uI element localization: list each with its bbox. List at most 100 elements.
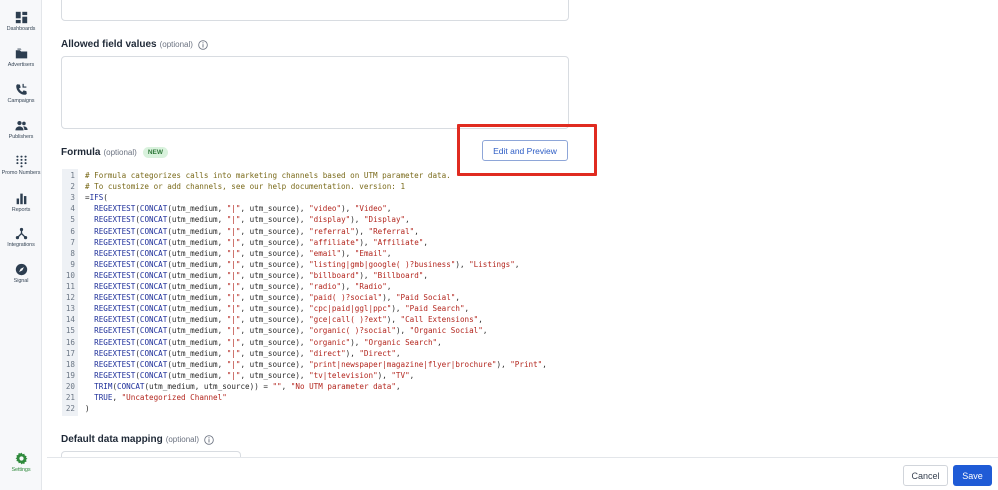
sidebar-item-label: Advertisers bbox=[7, 62, 35, 68]
code-text: REGEXTEST(CONCAT(utm_medium, "|", utm_so… bbox=[94, 282, 392, 291]
dashboard-icon bbox=[15, 11, 27, 24]
sidebar-item-label: Settings bbox=[11, 467, 31, 473]
line-number: 8 bbox=[70, 248, 75, 258]
folder-icon bbox=[15, 48, 27, 59]
code-text: REGEXTEST(CONCAT(utm_medium, "|", utm_so… bbox=[94, 370, 415, 380]
code-text: REGEXTEST(CONCAT(utm_medium, "|", utm_so… bbox=[94, 248, 392, 258]
allowed-values-textarea[interactable] bbox=[61, 56, 569, 129]
code-line: 1 # Formula categorizes calls into market… bbox=[62, 170, 451, 181]
code-line: 6 REGEXTEST(CONCAT(utm_medium, "|", utm_… bbox=[62, 226, 419, 237]
line-number: 2 bbox=[70, 182, 75, 192]
gear-icon bbox=[15, 452, 27, 465]
line-number: 12 bbox=[65, 293, 75, 303]
save-button[interactable]: Save bbox=[953, 465, 992, 486]
footer-bar: Cancel Save bbox=[47, 457, 998, 490]
code-line: 16 REGEXTEST(CONCAT(utm_medium, "|", utm… bbox=[62, 337, 442, 348]
line-number: 13 bbox=[65, 304, 75, 314]
sidebar: Dashboards Advertisers Campaigns Publish… bbox=[0, 0, 42, 490]
code-text: TRUE, "Uncategorized Channel" bbox=[94, 393, 227, 402]
formula-label: Formula (optional) NEW bbox=[61, 147, 168, 158]
code-text: # To customize or add channels, see our … bbox=[85, 182, 406, 192]
code-text: =IFS( bbox=[85, 193, 108, 203]
code-line: 9 REGEXTEST(CONCAT(utm_medium, "|", utm_… bbox=[62, 259, 519, 270]
new-badge: NEW bbox=[142, 147, 168, 158]
sidebar-item-label: Campaigns bbox=[7, 98, 35, 104]
code-line: 2 # To customize or add channels, see our… bbox=[62, 181, 405, 192]
code-text: REGEXTEST(CONCAT(utm_medium, "|", utm_so… bbox=[94, 359, 547, 369]
line-number: 21 bbox=[65, 393, 75, 402]
formula-code-editor[interactable]: 1 # Formula categorizes calls into market… bbox=[62, 169, 600, 416]
bar-chart-icon bbox=[16, 193, 26, 205]
code-text: REGEXTEST(CONCAT(utm_medium, "|", utm_so… bbox=[94, 226, 419, 236]
code-text: REGEXTEST(CONCAT(utm_medium, "|", utm_so… bbox=[94, 315, 483, 325]
code-line: 5 REGEXTEST(CONCAT(utm_medium, "|", utm_… bbox=[62, 214, 410, 225]
allowed-values-title: Allowed field values bbox=[61, 39, 157, 50]
line-number: 22 bbox=[65, 404, 75, 414]
code-line: 4 REGEXTEST(CONCAT(utm_medium, "|", utm_… bbox=[62, 203, 391, 214]
code-text: REGEXTEST(CONCAT(utm_medium, "|", utm_so… bbox=[94, 215, 410, 225]
cancel-button[interactable]: Cancel bbox=[903, 465, 948, 486]
sidebar-item-label: Signal bbox=[13, 278, 29, 284]
line-number: 3 bbox=[70, 193, 75, 203]
sidebar-item-publishers[interactable]: Publishers bbox=[0, 119, 42, 140]
sidebar-item-integrations[interactable]: Integrations bbox=[0, 227, 42, 248]
code-text: REGEXTEST(CONCAT(utm_medium, "|", utm_so… bbox=[94, 326, 488, 336]
line-number: 17 bbox=[65, 348, 75, 358]
code-line: 19 REGEXTEST(CONCAT(utm_medium, "|", utm… bbox=[62, 370, 414, 381]
line-number: 20 bbox=[65, 381, 75, 391]
sidebar-item-advertisers[interactable]: Advertisers bbox=[0, 47, 42, 68]
sidebar-item-label: Reports bbox=[11, 207, 31, 213]
compass-icon bbox=[15, 263, 27, 276]
sidebar-item-label: Dashboards bbox=[6, 26, 36, 32]
code-line: 13 REGEXTEST(CONCAT(utm_medium, "|", utm… bbox=[62, 303, 469, 314]
sidebar-item-dashboards[interactable]: Dashboards bbox=[0, 11, 42, 32]
code-text: REGEXTEST(CONCAT(utm_medium, "|", utm_so… bbox=[94, 304, 470, 314]
keypad-icon bbox=[15, 155, 27, 168]
sidebar-item-label: Integrations bbox=[7, 242, 35, 248]
sidebar-item-signal[interactable]: Signal bbox=[0, 263, 42, 284]
line-number: 16 bbox=[65, 337, 75, 347]
line-number: 7 bbox=[70, 237, 75, 247]
line-number: 15 bbox=[65, 326, 75, 336]
line-number: 1 bbox=[70, 171, 75, 180]
code-text: ) bbox=[85, 404, 90, 414]
code-line: 15 REGEXTEST(CONCAT(utm_medium, "|", utm… bbox=[62, 325, 488, 336]
line-number: 6 bbox=[70, 226, 75, 236]
code-line: 8 REGEXTEST(CONCAT(utm_medium, "|", utm_… bbox=[62, 248, 391, 259]
allowed-values-label: Allowed field values (optional) bbox=[61, 39, 208, 50]
code-line: 14 REGEXTEST(CONCAT(utm_medium, "|", utm… bbox=[62, 314, 483, 325]
optional-tag: (optional) bbox=[103, 148, 137, 157]
line-number: 5 bbox=[70, 215, 75, 225]
line-number: 18 bbox=[65, 359, 75, 369]
sidebar-item-reports[interactable]: Reports bbox=[0, 192, 42, 213]
code-line: 10 REGEXTEST(CONCAT(utm_medium, "|", utm… bbox=[62, 270, 428, 281]
code-line: 21 TRUE, "Uncategorized Channel" bbox=[62, 392, 227, 403]
optional-tag: (optional) bbox=[159, 40, 193, 49]
sidebar-item-label: Promo Numbers bbox=[1, 170, 41, 176]
code-text: TRIM(CONCAT(utm_medium, utm_source)) = "… bbox=[94, 381, 401, 391]
code-line: 3 =IFS( bbox=[62, 192, 108, 203]
code-line: 11 REGEXTEST(CONCAT(utm_medium, "|", utm… bbox=[62, 281, 392, 292]
code-text: REGEXTEST(CONCAT(utm_medium, "|", utm_so… bbox=[94, 348, 401, 358]
code-text: REGEXTEST(CONCAT(utm_medium, "|", utm_so… bbox=[94, 237, 428, 247]
line-number: 4 bbox=[70, 204, 75, 214]
people-icon bbox=[14, 120, 28, 131]
code-text: REGEXTEST(CONCAT(utm_medium, "|", utm_so… bbox=[94, 259, 520, 269]
sidebar-item-campaigns[interactable]: Campaigns bbox=[0, 83, 42, 104]
code-text: REGEXTEST(CONCAT(utm_medium, "|", utm_so… bbox=[94, 293, 460, 303]
edit-and-preview-button[interactable]: Edit and Preview bbox=[482, 140, 568, 161]
sidebar-item-settings[interactable]: Settings bbox=[0, 452, 42, 473]
code-text: # Formula categorizes calls into marketi… bbox=[85, 171, 451, 180]
previous-field-input[interactable] bbox=[61, 0, 569, 21]
info-icon[interactable] bbox=[204, 434, 214, 445]
code-text: REGEXTEST(CONCAT(utm_medium, "|", utm_so… bbox=[94, 270, 428, 280]
optional-tag: (optional) bbox=[165, 435, 200, 444]
integrations-icon bbox=[15, 227, 27, 240]
code-line: 18 REGEXTEST(CONCAT(utm_medium, "|", utm… bbox=[62, 359, 547, 370]
phone-icon bbox=[15, 83, 27, 95]
code-text: REGEXTEST(CONCAT(utm_medium, "|", utm_so… bbox=[94, 204, 392, 214]
main-content: Allowed field values (optional) Formula … bbox=[47, 0, 998, 490]
code-line: 22) bbox=[62, 403, 90, 414]
sidebar-item-promo-numbers[interactable]: Promo Numbers bbox=[0, 155, 42, 176]
info-icon[interactable] bbox=[198, 39, 208, 50]
